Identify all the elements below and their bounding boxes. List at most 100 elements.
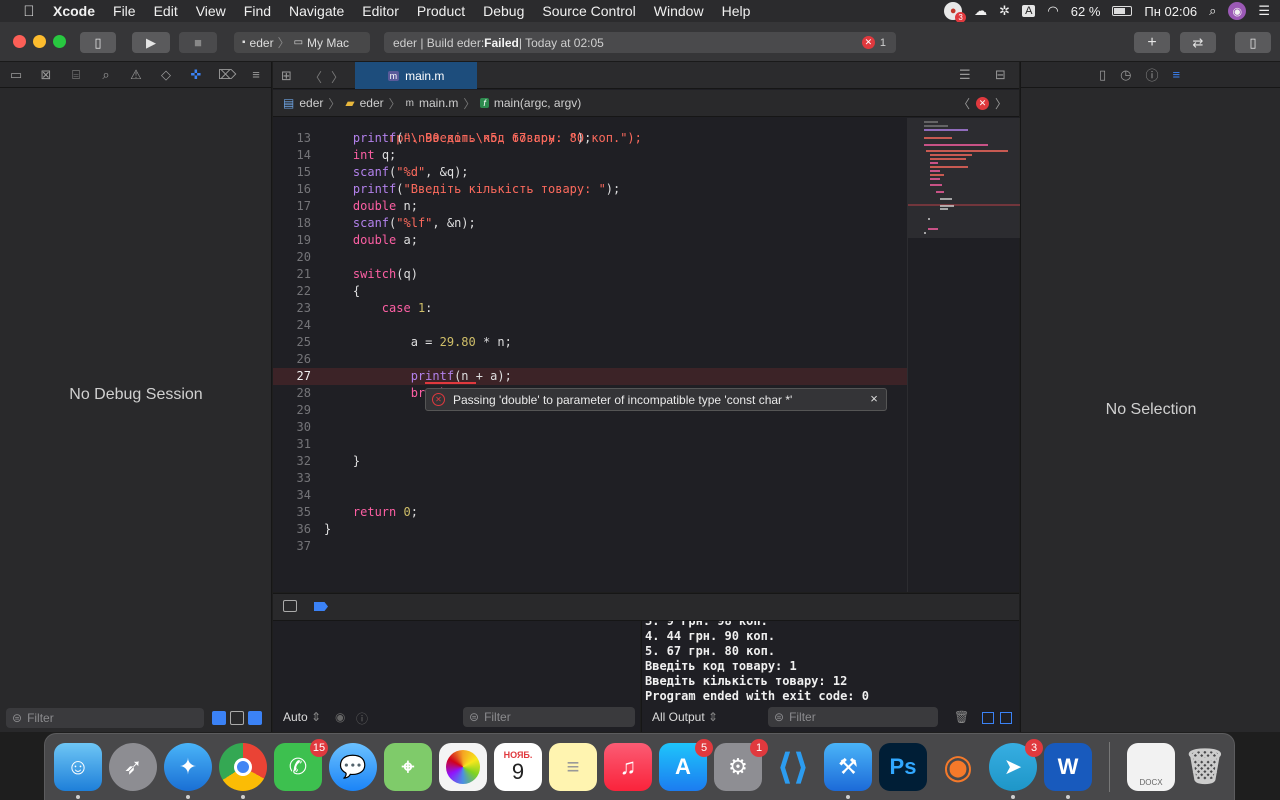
menu-view[interactable]: View	[187, 3, 235, 19]
folder-icon[interactable]: ▭	[8, 67, 24, 83]
battery-icon[interactable]	[1112, 6, 1133, 16]
line-number[interactable]: 22	[273, 283, 311, 300]
line-number[interactable]: 13	[273, 130, 311, 147]
close-icon[interactable]: ×	[868, 392, 880, 405]
line-number[interactable]: 31	[273, 436, 311, 453]
system-preferences-icon[interactable]: ⚙ 1	[714, 739, 768, 791]
symbol-icon[interactable]: ⌸	[68, 67, 84, 83]
menu-editor[interactable]: Editor	[353, 3, 408, 19]
menu-help[interactable]: Help	[713, 3, 760, 19]
report-icon[interactable]: ≡	[248, 67, 264, 82]
facetime-icon[interactable]: ✆ 15	[274, 739, 328, 791]
info-icon[interactable]: ⓘ	[356, 710, 368, 727]
siri-icon[interactable]: ◉	[1228, 2, 1247, 20]
trash-icon[interactable]: 🗑	[954, 710, 969, 724]
jumpbar-group[interactable]: eder	[360, 96, 384, 110]
tab-main-m[interactable]: m main.m	[355, 62, 477, 89]
line-number[interactable]: 18	[273, 215, 311, 232]
error-indicator[interactable]: ✕ 1	[861, 36, 886, 49]
chrome-icon[interactable]	[219, 743, 267, 791]
console-output[interactable]: 3. 9 грн. 98 коп. 4. 44 грн. 90 коп. 5. 67…	[641, 621, 1019, 732]
blender-icon[interactable]: ◉	[934, 743, 982, 791]
app-store-icon[interactable]: A5	[659, 739, 713, 791]
hide-debug-area-icon[interactable]	[283, 600, 297, 612]
line-number[interactable]: 36	[273, 521, 311, 538]
filter-option-icon[interactable]	[248, 711, 262, 725]
menu-navigate[interactable]: Navigate	[280, 3, 353, 19]
control-list-icon[interactable]: ☰	[1258, 3, 1270, 19]
attributes-inspector-icon[interactable]: ≡	[1173, 67, 1181, 82]
messages-icon[interactable]: 💬	[329, 743, 377, 791]
docx-document-icon[interactable]: DOCX	[1127, 743, 1175, 791]
scope-selector[interactable]: Auto ⇕	[283, 710, 321, 724]
line-number[interactable]: 32	[273, 453, 311, 470]
editor-options-icon[interactable]: ☰	[959, 67, 971, 83]
wifi-icon[interactable]: ◠	[1047, 3, 1058, 19]
menu-file[interactable]: File	[104, 3, 145, 19]
test-icon[interactable]: ◇	[158, 67, 174, 83]
line-number[interactable]: 28	[273, 385, 311, 402]
line-number[interactable]: 30	[273, 419, 311, 436]
input-source-icon[interactable]: A	[1022, 5, 1036, 17]
creative-cloud-icon[interactable]: ☁	[974, 3, 987, 19]
console-filter-field[interactable]: ⊜ Filter	[768, 707, 938, 727]
run-button[interactable]: ▶	[132, 32, 170, 53]
error-icon[interactable]: ✕	[975, 96, 989, 110]
line-number[interactable]: 23	[273, 300, 311, 317]
battery-percent[interactable]: 62 %	[1071, 4, 1101, 19]
issue-icon[interactable]: ⚠	[128, 67, 144, 83]
navigator-filter-field[interactable]: ⊜ Filter	[6, 708, 204, 728]
breakpoint-icon[interactable]: ⌦	[218, 67, 236, 83]
menu-edit[interactable]: Edit	[145, 3, 187, 19]
line-number[interactable]: 17	[273, 198, 311, 215]
line-number[interactable]: 35	[273, 504, 311, 521]
filter-option-icon[interactable]	[230, 711, 244, 725]
code-area[interactable]: грн. 90 коп.\n5. 67 грн. 80 коп."); 13 p…	[273, 118, 907, 592]
puzzle-icon[interactable]: ✲	[999, 3, 1010, 19]
safari-icon[interactable]: ✦	[164, 743, 212, 791]
line-number[interactable]: 21	[273, 266, 311, 283]
apple-icon[interactable]: 	[14, 3, 44, 20]
eye-icon[interactable]: ◉	[335, 710, 345, 724]
variables-filter-field[interactable]: ⊜ Filter	[463, 707, 635, 727]
split-view-left-icon[interactable]	[982, 712, 994, 724]
maps-icon[interactable]: ⌖	[384, 743, 432, 791]
notification-center-icon[interactable]: ● 3	[944, 2, 967, 23]
toggle-inspector-button[interactable]: ▯	[1235, 32, 1271, 53]
line-number[interactable]: 37	[273, 538, 311, 555]
activity-view[interactable]: eder | Build eder: Failed | Today at 02:…	[384, 32, 896, 53]
line-number[interactable]: 27	[273, 368, 311, 385]
xcode-icon[interactable]: ⚒	[824, 743, 872, 791]
code-review-button[interactable]: ⇄	[1180, 32, 1216, 53]
related-items-icon[interactable]: ⊞	[281, 68, 292, 84]
music-icon[interactable]: ♫	[604, 743, 652, 791]
trash-icon[interactable]: 🗑	[1181, 743, 1229, 791]
finder-icon[interactable]: ☺	[54, 743, 102, 791]
menu-window[interactable]: Window	[645, 3, 713, 19]
line-number[interactable]: 26	[273, 351, 311, 368]
clock[interactable]: Пн 02:06	[1144, 4, 1197, 19]
calendar-icon[interactable]: НОЯБ. 9	[494, 743, 542, 791]
vscode-icon[interactable]: ⟨⟩	[769, 743, 817, 791]
source-control-icon[interactable]: ⊠	[38, 67, 54, 83]
back-arrow-icon[interactable]: 〈	[309, 67, 322, 86]
word-icon[interactable]: W	[1044, 743, 1092, 791]
file-inspector-icon[interactable]: ▯	[1099, 67, 1106, 83]
notes-icon[interactable]: ≡	[549, 743, 597, 791]
find-icon[interactable]: ⌕	[98, 67, 114, 83]
close-window-button[interactable]	[13, 35, 26, 48]
menu-source-control[interactable]: Source Control	[533, 3, 644, 19]
line-number[interactable]: 34	[273, 487, 311, 504]
line-number[interactable]: 19	[273, 232, 311, 249]
line-number[interactable]: 16	[273, 181, 311, 198]
minimap[interactable]	[907, 118, 1020, 592]
line-number[interactable]: 24	[273, 317, 311, 334]
scheme-selector[interactable]: ▪ eder 〉 ▭ My Mac	[234, 32, 370, 53]
menu-app-name[interactable]: Xcode	[44, 3, 104, 19]
breakpoints-toggle-icon[interactable]	[314, 602, 328, 611]
debug-icon[interactable]: ✜	[188, 67, 204, 83]
split-editor-icon[interactable]: ⊟	[995, 67, 1006, 83]
line-number[interactable]: 25	[273, 334, 311, 351]
photos-icon[interactable]	[439, 743, 487, 791]
jumpbar-file[interactable]: main.m	[419, 96, 458, 110]
